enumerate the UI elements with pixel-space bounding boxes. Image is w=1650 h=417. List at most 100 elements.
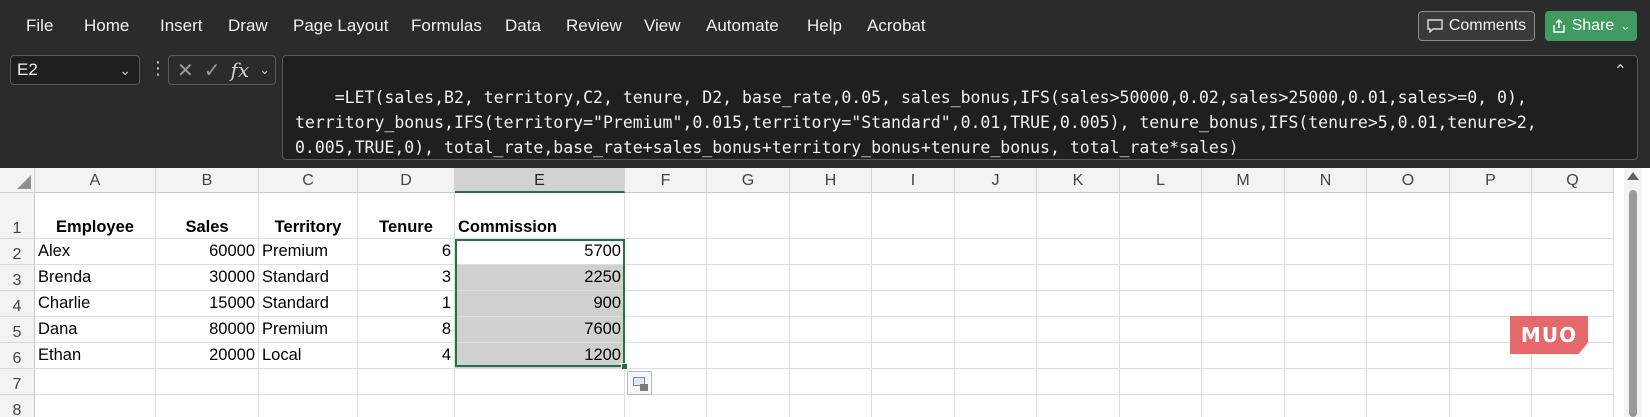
quick-analysis-button[interactable] [627, 371, 652, 395]
cell-l7[interactable] [1120, 369, 1202, 395]
cell-f4[interactable] [625, 291, 707, 317]
cell-b7[interactable] [156, 369, 259, 395]
cell-m2[interactable] [1202, 239, 1285, 265]
cell-m6[interactable] [1202, 343, 1285, 369]
cell-a2[interactable]: Alex [35, 239, 156, 265]
cell-f6[interactable] [625, 343, 707, 369]
menu-review[interactable]: Review [566, 15, 622, 37]
cell-n2[interactable] [1285, 239, 1367, 265]
cell-p3[interactable] [1450, 265, 1532, 291]
cell-j2[interactable] [955, 239, 1037, 265]
vertical-scrollbar[interactable] [1624, 168, 1642, 417]
cell-c7[interactable] [259, 369, 358, 395]
cell-i4[interactable] [872, 291, 955, 317]
cell-q7[interactable] [1532, 369, 1614, 395]
cell-q8[interactable] [1532, 395, 1614, 417]
cell-g1[interactable] [707, 193, 790, 239]
comments-button[interactable]: Comments [1418, 11, 1535, 41]
menu-help[interactable]: Help [807, 15, 842, 37]
cell-k4[interactable] [1037, 291, 1120, 317]
insert-function-icon[interactable]: fx [231, 58, 250, 82]
cell-m8[interactable] [1202, 395, 1285, 417]
cell-g8[interactable] [707, 395, 790, 417]
cell-j7[interactable] [955, 369, 1037, 395]
cell-o7[interactable] [1367, 369, 1450, 395]
cell-i6[interactable] [872, 343, 955, 369]
column-header-j[interactable]: J [955, 168, 1037, 193]
cell-a5[interactable]: Dana [35, 317, 156, 343]
menu-page-layout[interactable]: Page Layout [293, 15, 388, 37]
column-header-k[interactable]: K [1037, 168, 1120, 193]
cell-q2[interactable] [1532, 239, 1614, 265]
cell-p2[interactable] [1450, 239, 1532, 265]
cell-a3[interactable]: Brenda [35, 265, 156, 291]
share-button[interactable]: Share ⌄ [1545, 11, 1637, 41]
cell-e3[interactable]: 2250 [455, 265, 625, 291]
cell-o3[interactable] [1367, 265, 1450, 291]
column-header-g[interactable]: G [707, 168, 790, 193]
cell-g4[interactable] [707, 291, 790, 317]
column-header-o[interactable]: O [1367, 168, 1450, 193]
select-all-button[interactable] [0, 168, 35, 193]
cell-h6[interactable] [790, 343, 872, 369]
column-header-n[interactable]: N [1285, 168, 1367, 193]
cell-d6[interactable]: 4 [358, 343, 455, 369]
row-header-5[interactable]: 5 [0, 317, 35, 343]
cell-k5[interactable] [1037, 317, 1120, 343]
cell-k8[interactable] [1037, 395, 1120, 417]
cell-p8[interactable] [1450, 395, 1532, 417]
row-header-1[interactable]: 1 [0, 193, 35, 239]
cell-o5[interactable] [1367, 317, 1450, 343]
cell-l2[interactable] [1120, 239, 1202, 265]
cell-e4[interactable]: 900 [455, 291, 625, 317]
scroll-up-icon[interactable] [1627, 172, 1639, 180]
cell-h2[interactable] [790, 239, 872, 265]
row-header-7[interactable]: 7 [0, 369, 35, 395]
cell-a6[interactable]: Ethan [35, 343, 156, 369]
cell-h7[interactable] [790, 369, 872, 395]
cell-q3[interactable] [1532, 265, 1614, 291]
cell-o2[interactable] [1367, 239, 1450, 265]
cell-m5[interactable] [1202, 317, 1285, 343]
cell-g2[interactable] [707, 239, 790, 265]
cell-g5[interactable] [707, 317, 790, 343]
chevron-down-icon[interactable]: ⌄ [119, 56, 131, 84]
collapse-formula-bar-icon[interactable]: ⌃ [1614, 58, 1627, 83]
header-cell-e[interactable]: Commission [455, 193, 625, 239]
cell-p7[interactable] [1450, 369, 1532, 395]
cell-n7[interactable] [1285, 369, 1367, 395]
menu-file[interactable]: File [26, 15, 53, 37]
cell-g7[interactable] [707, 369, 790, 395]
menu-acrobat[interactable]: Acrobat [867, 15, 926, 37]
column-header-p[interactable]: P [1450, 168, 1532, 193]
cell-o1[interactable] [1367, 193, 1450, 239]
cell-f8[interactable] [625, 395, 707, 417]
column-header-e[interactable]: E [455, 168, 625, 193]
cell-b2[interactable]: 60000 [156, 239, 259, 265]
name-box[interactable]: E2 ⌄ [10, 55, 140, 85]
enter-icon[interactable]: ✓ [204, 58, 221, 83]
row-header-4[interactable]: 4 [0, 291, 35, 317]
row-header-2[interactable]: 2 [0, 239, 35, 265]
cell-k2[interactable] [1037, 239, 1120, 265]
column-header-f[interactable]: F [625, 168, 707, 193]
cell-f2[interactable] [625, 239, 707, 265]
cell-e2[interactable]: 5700 [455, 239, 625, 265]
cell-j5[interactable] [955, 317, 1037, 343]
cell-j3[interactable] [955, 265, 1037, 291]
cell-o6[interactable] [1367, 343, 1450, 369]
cell-i8[interactable] [872, 395, 955, 417]
cell-h1[interactable] [790, 193, 872, 239]
column-header-b[interactable]: B [156, 168, 259, 193]
cell-i3[interactable] [872, 265, 955, 291]
column-header-d[interactable]: D [358, 168, 455, 193]
worksheet-grid[interactable]: ABCDEFGHIJKLMNOPQ 12345678 Employee Sales… [0, 168, 1650, 417]
cell-m1[interactable] [1202, 193, 1285, 239]
cell-i7[interactable] [872, 369, 955, 395]
formula-input[interactable]: =LET(sales,B2, territory,C2, tenure, D2,… [282, 55, 1638, 160]
cell-j6[interactable] [955, 343, 1037, 369]
row-header-6[interactable]: 6 [0, 343, 35, 369]
menu-draw[interactable]: Draw [228, 15, 268, 37]
cell-j8[interactable] [955, 395, 1037, 417]
cell-n1[interactable] [1285, 193, 1367, 239]
